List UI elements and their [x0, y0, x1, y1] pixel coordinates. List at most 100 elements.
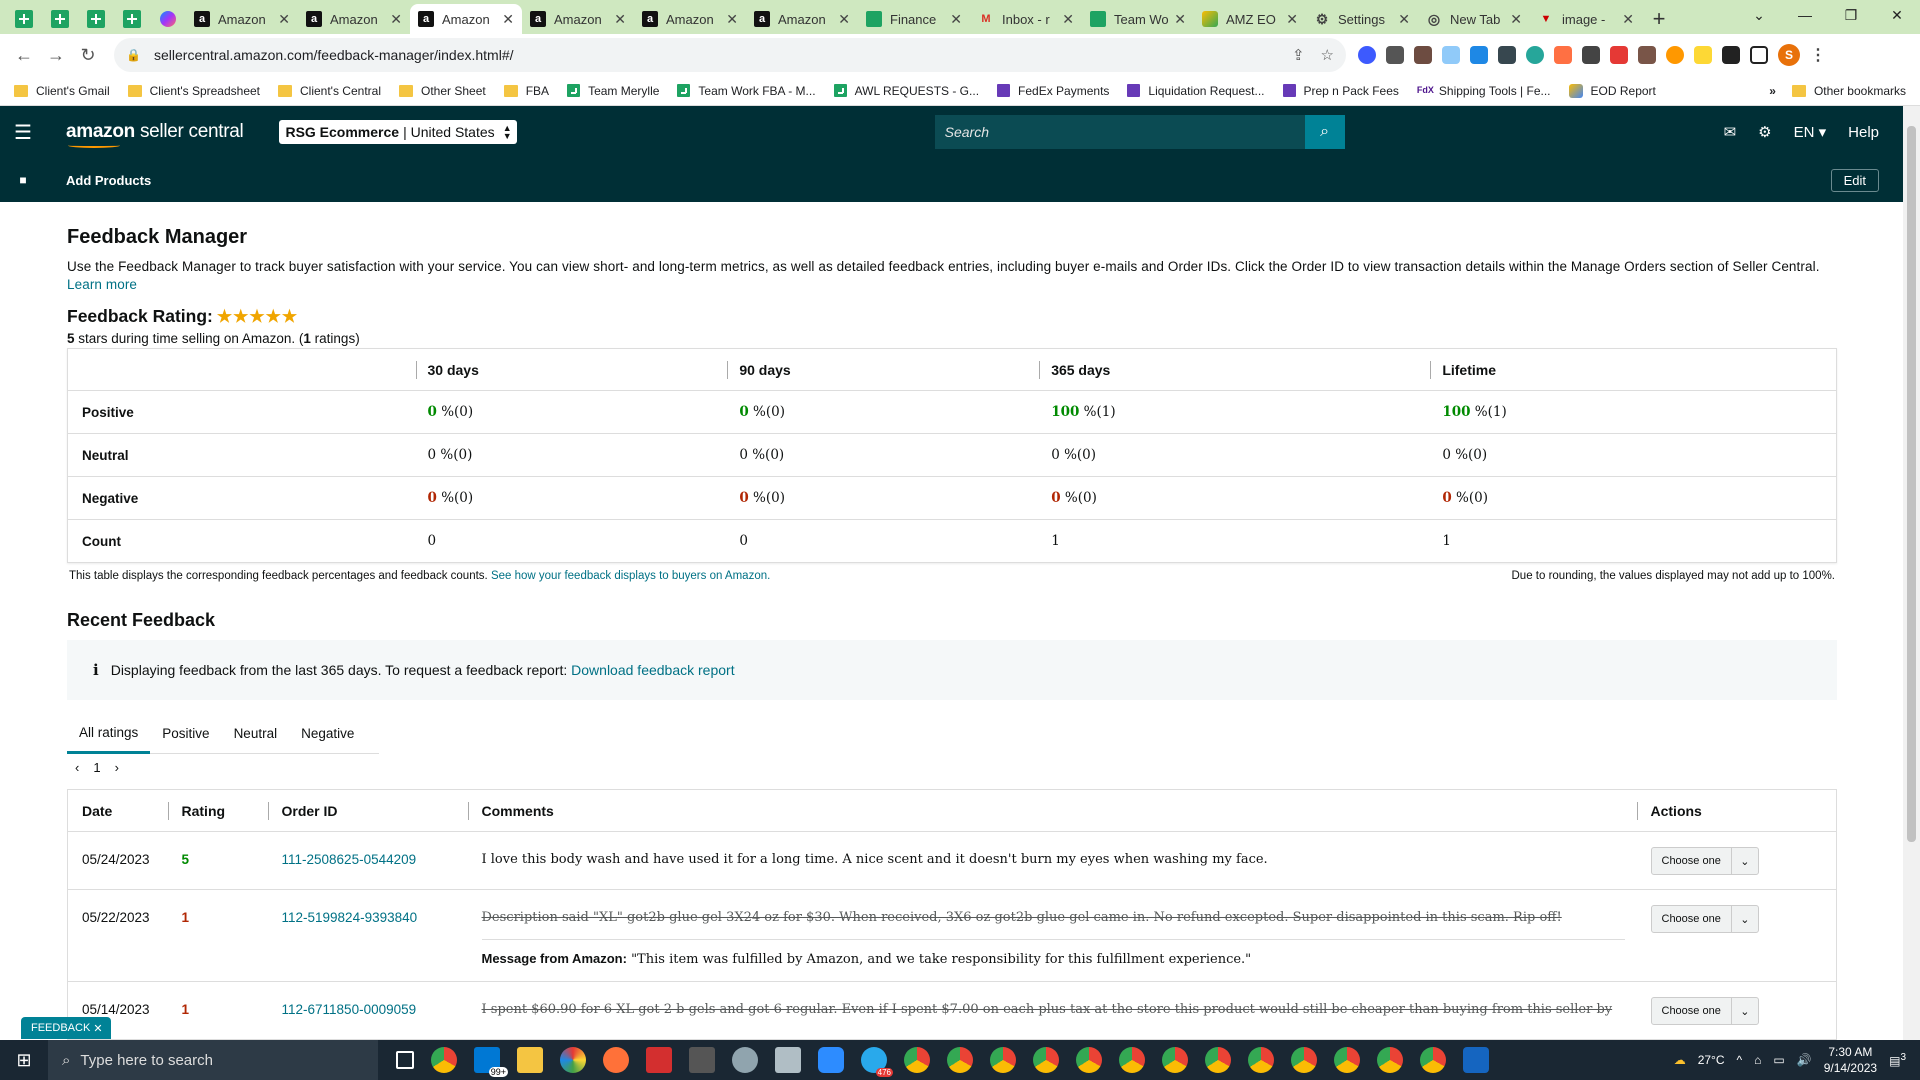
mail-icon[interactable]: ✉ [1724, 123, 1737, 141]
telegram-icon[interactable]: 476 [861, 1047, 893, 1077]
filter-tab-negative[interactable]: Negative [289, 714, 366, 754]
browser-tab[interactable]: Finance ✕ [858, 4, 970, 34]
close-tab-icon[interactable]: ✕ [1622, 11, 1634, 28]
weather-temp[interactable]: 27°C [1698, 1053, 1725, 1067]
choose-one-dropdown[interactable]: Choose one ⌄ [1650, 847, 1759, 875]
bookmark-item[interactable]: FBA [503, 84, 549, 98]
close-tab-icon[interactable]: ✕ [1174, 11, 1186, 28]
see-feedback-link[interactable]: See how your feedback displays to buyers… [491, 570, 770, 582]
order-id-link[interactable]: 112-6711850-0009059 [282, 1002, 417, 1017]
add-products-link[interactable]: Add Products [66, 173, 151, 188]
bookmark-item[interactable]: Client's Spreadsheet [127, 84, 260, 98]
app-icon[interactable] [775, 1047, 801, 1073]
app-icon[interactable] [732, 1047, 758, 1073]
close-tab-icon[interactable]: ✕ [614, 11, 626, 28]
learn-more-link[interactable]: Learn more [67, 277, 137, 292]
address-bar[interactable]: 🔒 sellercentral.amazon.com/feedback-mana… [114, 38, 1346, 72]
new-tab-button[interactable]: + [1642, 4, 1676, 34]
bookmark-item[interactable]: FdX Shipping Tools | Fe... [1417, 84, 1551, 98]
chrome-icon[interactable] [431, 1047, 457, 1073]
extension-icon[interactable] [1554, 46, 1572, 64]
feedback-tab[interactable]: FEEDBACK ✕ [21, 1017, 111, 1039]
windows-start-icon[interactable]: ⊞ [0, 1050, 48, 1071]
choose-one-dropdown[interactable]: Choose one ⌄ [1650, 905, 1759, 933]
tab-search-icon[interactable]: ⌄ [1736, 0, 1782, 30]
choose-one-dropdown[interactable]: Choose one ⌄ [1650, 997, 1759, 1025]
current-page[interactable]: 1 [93, 760, 100, 775]
firefox-icon[interactable] [603, 1047, 629, 1073]
wps-icon[interactable] [646, 1047, 672, 1073]
extension-icon[interactable] [1358, 46, 1376, 64]
language-selector[interactable]: EN ▾ [1794, 123, 1827, 141]
extension-icon[interactable] [1442, 46, 1460, 64]
order-id-link[interactable]: 111-2508625-0544209 [282, 852, 417, 867]
close-tab-icon[interactable]: ✕ [726, 11, 738, 28]
close-tab-icon[interactable]: ✕ [1398, 11, 1410, 28]
battery-icon[interactable]: ▭ [1773, 1053, 1784, 1067]
close-tab-icon[interactable]: ✕ [1062, 11, 1074, 28]
volume-icon[interactable]: 🔊 [1797, 1053, 1812, 1067]
browser-tab[interactable]: a Amazon ✕ [186, 4, 298, 34]
extension-icon[interactable] [1694, 46, 1712, 64]
search-input[interactable]: Search [934, 115, 1305, 149]
browser-tab[interactable]: AMZ EO ✕ [1194, 4, 1306, 34]
forward-icon[interactable]: → [40, 39, 72, 71]
browser-tab[interactable]: M Inbox - r ✕ [970, 4, 1082, 34]
next-page-icon[interactable]: › [115, 760, 119, 775]
search-icon[interactable]: ⌕ [1304, 115, 1345, 149]
filter-tab-neutral[interactable]: Neutral [222, 714, 290, 754]
chrome-profile-icon[interactable] [1334, 1047, 1360, 1073]
bookmark-item[interactable]: Team Work FBA - M... [677, 84, 816, 98]
scrollbar-thumb[interactable] [1907, 126, 1916, 842]
extension-icon[interactable] [1582, 46, 1600, 64]
browser-tab[interactable]: a Amazon ✕ [634, 4, 746, 34]
bookmark-item[interactable]: Team Merylle [567, 84, 659, 98]
extension-icon[interactable] [1470, 46, 1488, 64]
mail-app-icon[interactable]: 99+ [474, 1047, 508, 1077]
bookmark-item[interactable]: Prep n Pack Fees [1282, 84, 1399, 98]
download-feedback-report-link[interactable]: Download feedback report [571, 662, 734, 678]
bookmark-star-icon[interactable]: ☆ [1321, 46, 1334, 64]
filter-tab-all-ratings[interactable]: All ratings [67, 714, 151, 754]
bookmark-item[interactable]: Liquidation Request... [1127, 84, 1265, 98]
extension-icon[interactable] [1498, 46, 1516, 64]
browser-tab[interactable]: a Amazon ✕ [298, 4, 410, 34]
order-id-link[interactable]: 112-5199824-9393840 [282, 910, 418, 925]
share-icon[interactable]: ⇪ [1292, 46, 1305, 64]
browser-tab[interactable]: ◎ New Tab ✕ [1418, 4, 1530, 34]
puzzle-icon[interactable] [1722, 46, 1740, 64]
gear-icon[interactable]: ⚙ [1758, 123, 1771, 141]
chrome-profile-icon[interactable] [904, 1047, 930, 1073]
side-panel-icon[interactable] [1750, 46, 1768, 64]
back-icon[interactable]: ← [8, 39, 40, 71]
pinned-tab[interactable] [150, 4, 186, 34]
extension-icon[interactable] [1638, 46, 1656, 64]
taskbar-search-input[interactable]: ⌕ Type here to search [48, 1040, 378, 1080]
browser-tab[interactable]: Team Wo ✕ [1082, 4, 1194, 34]
chrome-profile-icon[interactable] [1076, 1047, 1102, 1073]
close-tab-icon[interactable]: ✕ [1510, 11, 1522, 28]
bookmark-item[interactable]: Client's Central [278, 84, 381, 98]
close-tab-icon[interactable]: ✕ [838, 11, 850, 28]
amazon-seller-central-logo[interactable]: amazon seller central [66, 121, 244, 148]
extension-icon[interactable] [1414, 46, 1432, 64]
weather-icon[interactable]: ☁ [1674, 1053, 1686, 1067]
notifications-icon[interactable]: ▤3 [1889, 1052, 1906, 1068]
extension-icon[interactable] [1610, 46, 1628, 64]
profile-avatar[interactable]: S [1778, 44, 1800, 66]
pinned-tab[interactable] [114, 4, 150, 34]
bookmark-icon[interactable]: ■ [0, 173, 46, 187]
chrome-profile-icon[interactable] [1205, 1047, 1231, 1073]
chrome-profile-icon[interactable] [1420, 1047, 1446, 1073]
task-view-icon[interactable] [396, 1051, 414, 1069]
calculator-icon[interactable] [689, 1047, 715, 1073]
browser-tab[interactable]: a Amazon ✕ [522, 4, 634, 34]
network-icon[interactable]: ⌂ [1754, 1053, 1761, 1067]
bookmark-item[interactable]: Client's Gmail [14, 84, 110, 98]
zoom-icon[interactable] [818, 1047, 844, 1073]
bookmark-item[interactable]: AWL REQUESTS - G... [833, 84, 979, 98]
bookmark-item[interactable]: EOD Report [1568, 83, 1656, 98]
bookmark-item[interactable]: Other Sheet [399, 84, 486, 98]
close-tab-icon[interactable]: ✕ [1286, 11, 1298, 28]
extension-icon[interactable] [1386, 46, 1404, 64]
